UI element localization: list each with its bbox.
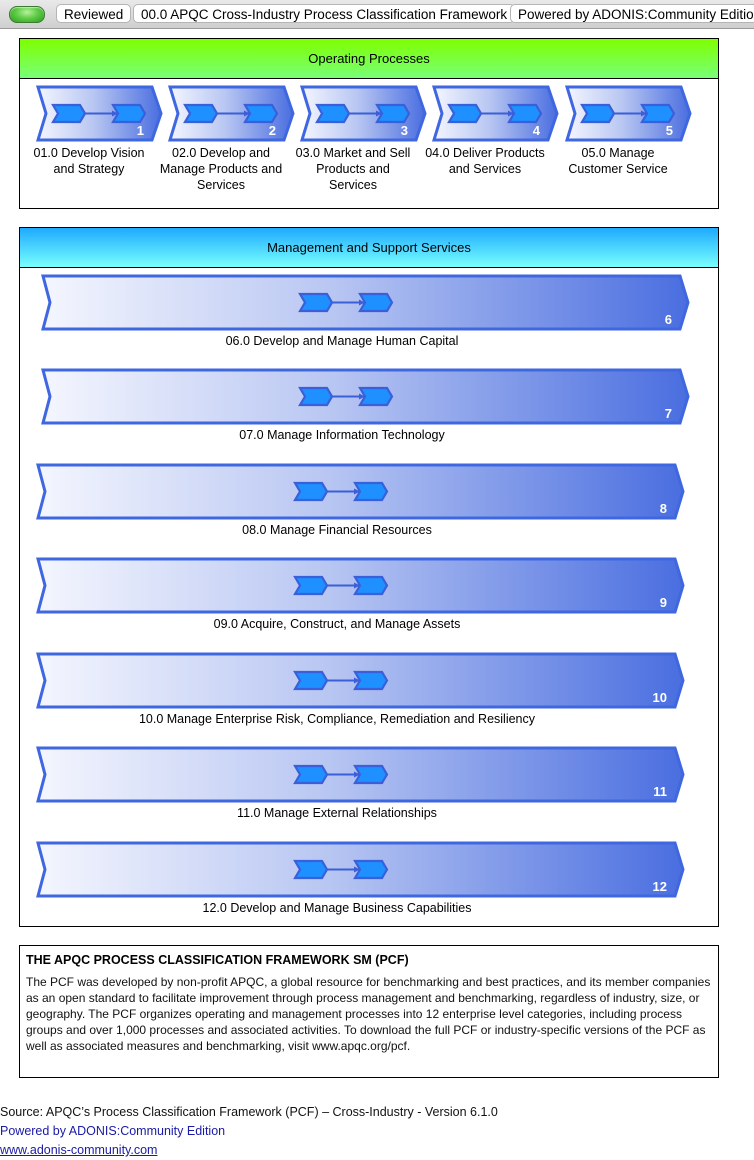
process-label: 10.0 Manage Enterprise Risk, Compliance,… <box>138 712 536 726</box>
chevron-shape: 6 <box>41 274 690 331</box>
process-label: 06.0 Develop and Manage Human Capital <box>225 334 459 348</box>
process-label: 02.0 Develop and Manage Products and Ser… <box>159 146 283 192</box>
review-status-badge: Reviewed <box>56 4 132 23</box>
process-label: 01.0 Develop Vision and Strategy <box>33 146 145 176</box>
process-number: 5 <box>666 123 673 138</box>
process-label: 03.0 Market and Sell Products and Servic… <box>295 146 411 192</box>
powered-by-text: Powered by ADONIS:Community Edition <box>0 1124 226 1138</box>
chevron-shape: 9 <box>36 557 685 614</box>
process-number: 4 <box>533 123 541 138</box>
subprocess-icon <box>315 103 351 124</box>
adonis-community-link[interactable]: www.adonis-community.com <box>0 1141 498 1160</box>
process-number: 9 <box>660 595 667 610</box>
chevron-shape: 10 <box>36 652 685 709</box>
process-number: 12 <box>653 879 667 894</box>
process-label: 05.0 Manage Customer Service <box>568 146 668 176</box>
chevron-shape: 12 <box>36 841 685 898</box>
process-number: 8 <box>660 501 667 516</box>
top-bar: Reviewed 00.0 APQC Cross-Industry Proces… <box>0 0 754 29</box>
subprocess-icon <box>293 670 329 691</box>
chevron-shape: 4 <box>431 85 559 142</box>
process-number: 1 <box>137 123 144 138</box>
subprocess-icon <box>298 386 334 407</box>
management-support-header: Management and Support Services <box>20 228 718 268</box>
chevron-shape: 11 <box>36 746 685 803</box>
footer: Source: APQC’s Process Classification Fr… <box>0 1103 498 1160</box>
subprocess-icon <box>298 292 334 313</box>
pcf-info-box: THE APQC PROCESS CLASSIFICATION FRAMEWOR… <box>19 945 719 1078</box>
subprocess-icon <box>183 103 219 124</box>
process-number: 11 <box>653 784 667 799</box>
pcf-info-body: The PCF was developed by non-profit APQC… <box>26 975 711 1053</box>
subprocess-icon <box>293 481 329 502</box>
process-label: 11.0 Manage External Relationships <box>237 806 437 820</box>
pcf-info-title: THE APQC PROCESS CLASSIFICATION FRAMEWOR… <box>26 953 409 967</box>
status-indicator-icon <box>9 6 45 23</box>
chevron-shape: 7 <box>41 368 690 425</box>
process-label: 07.0 Manage Information Technology <box>239 428 445 442</box>
powered-by-badge[interactable]: Powered by ADONIS:Community Edition <box>510 4 754 23</box>
chevron-shape: 1 <box>35 85 163 142</box>
subprocess-icon <box>51 103 87 124</box>
process-number: 10 <box>653 690 667 705</box>
source-text: Source: APQC’s Process Classification Fr… <box>0 1105 498 1119</box>
process-label: 09.0 Acquire, Construct, and Manage Asse… <box>213 617 461 631</box>
process-number: 3 <box>401 123 408 138</box>
process-label: 04.0 Deliver Products and Services <box>425 146 545 176</box>
chevron-shape: 3 <box>299 85 427 142</box>
subprocess-icon <box>447 103 483 124</box>
chevron-shape: 2 <box>167 85 295 142</box>
model-title-badge: 00.0 APQC Cross-Industry Process Classif… <box>133 4 516 23</box>
process-label: 12.0 Develop and Manage Business Capabil… <box>202 901 472 915</box>
process-number: 6 <box>665 312 672 327</box>
subprocess-icon <box>293 764 329 785</box>
subprocess-icon <box>580 103 616 124</box>
process-number: 2 <box>269 123 276 138</box>
operating-processes-header: Operating Processes <box>20 39 718 79</box>
subprocess-icon <box>293 575 329 596</box>
subprocess-icon <box>293 859 329 880</box>
process-label: 08.0 Manage Financial Resources <box>242 523 432 537</box>
chevron-shape: 8 <box>36 463 685 520</box>
process-number: 7 <box>665 406 672 421</box>
chevron-shape: 5 <box>564 85 692 142</box>
